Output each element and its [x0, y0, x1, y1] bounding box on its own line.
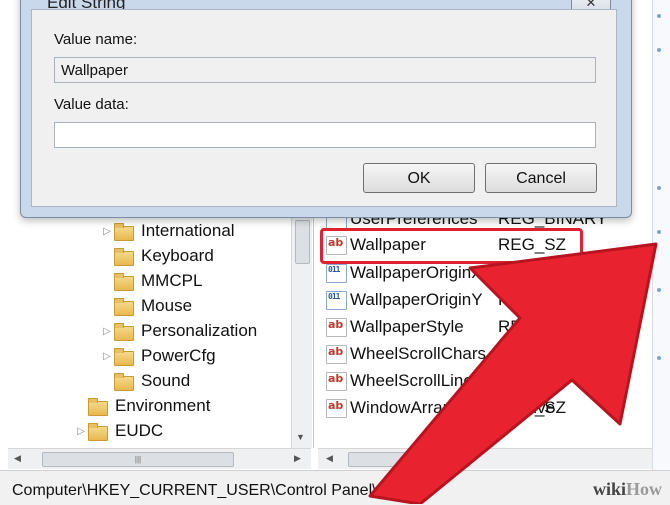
- folder-icon: [114, 323, 134, 341]
- tree-item-label: Personalization: [141, 321, 258, 340]
- value-type: REG_SZ: [498, 344, 567, 363]
- expand-arrow-icon[interactable]: ▷: [74, 426, 88, 437]
- value-row-wheelscrolllines[interactable]: ab WheelScrollLines REG_SZ: [326, 368, 566, 394]
- value-name: WallpaperStyle: [350, 317, 464, 336]
- value-type: REG_SZ: [498, 317, 567, 336]
- value-data-label: Value data:: [54, 96, 129, 113]
- folder-icon: [88, 398, 108, 416]
- folder-icon: [114, 273, 134, 291]
- bullet-icon: [657, 14, 661, 18]
- expand-arrow-icon[interactable]: ▷: [100, 326, 114, 337]
- scroll-left-arrow-icon[interactable]: ◀: [14, 453, 21, 464]
- string-value-icon: ab: [326, 371, 347, 391]
- tree-horizontal-scrollbar[interactable]: ◀ ||| ▶: [8, 448, 311, 469]
- value-type: REG_SZ: [498, 398, 567, 417]
- wikihow-watermark: wikiHow: [592, 479, 662, 499]
- tree-item-label: Keyboard: [141, 246, 214, 265]
- tree-item-label: Sound: [141, 371, 191, 390]
- registry-key-tree: ▷ International Keyboard MMCPL Mouse ▷ P…: [8, 210, 314, 448]
- tree-item-sound[interactable]: Sound: [100, 369, 190, 393]
- status-bar: Computer\HKEY_CURRENT_USER\Control Panel…: [0, 470, 670, 505]
- tree-item-international[interactable]: ▷ International: [100, 219, 235, 243]
- tree-item-environment[interactable]: Environment: [74, 394, 210, 418]
- dword-value-icon: 011: [326, 290, 347, 310]
- bullet-icon: [657, 48, 661, 52]
- values-horizontal-scrollbar[interactable]: ◀: [318, 448, 652, 469]
- edit-string-dialog: Edit String ✕ Value name: Wallpaper Valu…: [20, 0, 632, 218]
- tree-item-eudc[interactable]: ▷ EUDC: [74, 419, 163, 443]
- value-row-wallpaperoriginy[interactable]: 011 WallpaperOriginY REG_DWORD: [326, 287, 610, 313]
- tree-item-mouse[interactable]: Mouse: [100, 294, 192, 318]
- cancel-button[interactable]: Cancel: [485, 163, 597, 193]
- tree-item-label: Mouse: [141, 296, 193, 315]
- value-name: WheelScrollLines: [350, 371, 482, 390]
- value-row-windowarrangementactive[interactable]: ab WindowArrangementActive REG_SZ: [326, 395, 566, 421]
- tree-item-label: Environment: [115, 396, 211, 415]
- value-name: WheelScrollChars: [350, 344, 487, 363]
- tree-item-powercfg[interactable]: ▷ PowerCfg: [100, 344, 216, 368]
- expand-arrow-icon[interactable]: ▷: [100, 351, 114, 362]
- folder-icon: [88, 423, 108, 441]
- folder-icon: [114, 373, 134, 391]
- tree-item-keyboard[interactable]: Keyboard: [100, 244, 214, 268]
- expand-arrow-icon[interactable]: ▷: [100, 226, 114, 237]
- tree-item-label: International: [141, 221, 235, 240]
- value-row-wallpaperstyle[interactable]: ab WallpaperStyle REG_SZ: [326, 314, 566, 340]
- folder-icon: [114, 298, 134, 316]
- scroll-right-arrow-icon[interactable]: ▶: [294, 453, 301, 464]
- tree-item-label: PowerCfg: [141, 346, 216, 365]
- bullet-icon: [657, 186, 661, 190]
- ok-button[interactable]: OK: [363, 163, 475, 193]
- string-value-icon: ab: [326, 344, 347, 364]
- folder-icon: [114, 348, 134, 366]
- folder-icon: [114, 248, 134, 266]
- value-type: REG_SZ: [498, 371, 567, 390]
- registry-editor-window: ▷ International Keyboard MMCPL Mouse ▷ P…: [0, 0, 670, 505]
- value-type: REG_DWORD: [498, 290, 611, 309]
- value-data-input[interactable]: [54, 122, 596, 148]
- bullet-icon: [657, 356, 661, 360]
- bullet-icon: [657, 230, 661, 234]
- value-name: WallpaperOriginY: [350, 290, 483, 309]
- dword-value-icon: 011: [326, 263, 347, 283]
- value-name: WallpaperOriginX: [350, 263, 483, 282]
- string-value-icon: ab: [326, 317, 347, 337]
- folder-icon: [114, 223, 134, 241]
- value-name-field: Wallpaper: [54, 57, 596, 83]
- value-type: REG_DWORD: [498, 263, 611, 282]
- scrollbar-thumb[interactable]: |||: [42, 452, 234, 467]
- scrollbar-thumb[interactable]: [348, 452, 470, 467]
- tree-item-mmcpl[interactable]: MMCPL: [100, 269, 202, 293]
- tree-item-label: MMCPL: [141, 271, 203, 290]
- wallpaper-highlight-box: [320, 228, 583, 264]
- string-value-icon: ab: [326, 398, 347, 418]
- bullet-icon: [657, 288, 661, 292]
- scroll-left-arrow-icon[interactable]: ◀: [326, 453, 333, 464]
- value-row-wheelscrollchars[interactable]: ab WheelScrollChars REG_SZ: [326, 341, 566, 367]
- background-window-edge: [652, 0, 670, 470]
- dialog-body: Value name: Wallpaper Value data: OK Can…: [31, 9, 617, 207]
- value-name-label: Value name:: [54, 31, 138, 48]
- scrollbar-thumb[interactable]: [295, 220, 310, 264]
- tree-item-label: EUDC: [115, 421, 164, 440]
- scroll-down-arrow-icon[interactable]: ▼: [296, 432, 305, 442]
- tree-item-personalization[interactable]: ▷ Personalization: [100, 319, 257, 343]
- tree-vertical-scrollbar[interactable]: ▼: [291, 210, 312, 448]
- registry-path: Computer\HKEY_CURRENT_USER\Control Panel…: [12, 482, 436, 499]
